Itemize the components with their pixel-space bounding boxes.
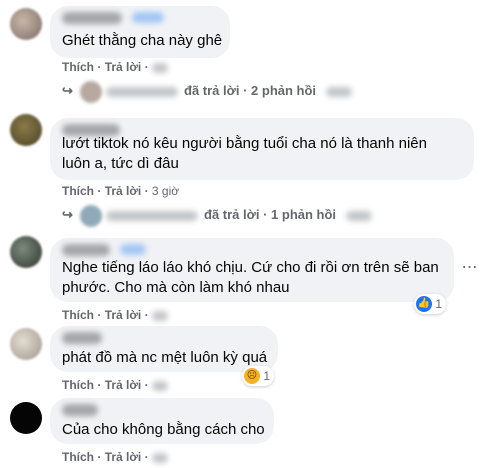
reply-link[interactable]: Trả lời: [105, 378, 142, 392]
timestamp[interactable]: [151, 62, 168, 73]
comment-actions: Thích · Trả lời ·: [62, 378, 168, 392]
comment-author[interactable]: [62, 12, 122, 24]
comment-text: Nghe tiếng láo láo khó chịu. Cứ cho đi r…: [62, 259, 439, 276]
like-link[interactable]: Thích: [62, 60, 94, 74]
separator: ·: [97, 378, 102, 392]
comment-actions: Thích · Trả lời · 3 giờ: [62, 184, 179, 198]
like-icon: 👍: [416, 295, 432, 312]
separator: ·: [144, 378, 149, 392]
sad-icon: ☹: [244, 367, 260, 384]
avatar[interactable]: [10, 328, 42, 360]
timestamp[interactable]: 3 giờ: [152, 184, 179, 198]
comment-text: lướt tiktok nó kêu người bằng tuổi cha n…: [62, 135, 427, 152]
reply-arrow-icon: ↪: [62, 83, 73, 98]
replier-avatar: [80, 204, 102, 227]
reaction-count[interactable]: 👍 1: [414, 294, 447, 314]
avatar[interactable]: [10, 236, 42, 268]
avatar[interactable]: [10, 8, 42, 40]
comment-bubble: lướt tiktok nó kêu người bằng tuổi cha n…: [50, 118, 474, 180]
replies-summary[interactable]: đã trả lời · 2 phản hồi: [184, 83, 316, 98]
replier-name: [106, 86, 178, 97]
replies-summary[interactable]: đã trả lời · 1 phản hồi: [204, 207, 336, 222]
separator: ·: [97, 60, 102, 74]
separator: ·: [97, 450, 102, 464]
author-badge: [132, 12, 164, 23]
comment-author[interactable]: [62, 404, 98, 416]
timestamp[interactable]: [151, 310, 168, 321]
separator: ·: [144, 308, 149, 322]
like-link[interactable]: Thích: [62, 378, 94, 392]
comment-bubble: Ghét thằng cha này ghê: [50, 6, 230, 58]
like-link[interactable]: Thích: [62, 308, 94, 322]
view-replies-link[interactable]: ↪ đã trả lời · 2 phản hồi: [62, 80, 352, 103]
comment-bubble: phát đồ mà nc mệt luôn kỳ quá: [50, 326, 278, 372]
separator: ·: [144, 60, 149, 74]
separator: ·: [97, 184, 102, 198]
comment-bubble: Nghe tiếng láo láo khó chịu. Cứ cho đi r…: [50, 238, 454, 302]
like-link[interactable]: Thích: [62, 184, 94, 198]
separator: ·: [97, 308, 102, 322]
comment-text: Ghét thằng cha này ghê: [62, 32, 223, 49]
view-replies-link[interactable]: ↪ đã trả lời · 1 phản hồi: [62, 204, 372, 227]
comment-text: luôn a, tức dì đâu: [62, 155, 179, 172]
replier-name: [106, 210, 198, 221]
avatar[interactable]: [10, 402, 42, 434]
reply-link[interactable]: Trả lời: [105, 60, 142, 74]
timestamp[interactable]: [151, 452, 168, 463]
reply-link[interactable]: Trả lời: [105, 450, 142, 464]
reply-arrow-icon: ↪: [62, 207, 73, 222]
comment-author[interactable]: [62, 332, 102, 344]
comment-actions: Thích · Trả lời ·: [62, 60, 168, 74]
comment-author[interactable]: [62, 244, 110, 256]
separator: ·: [144, 184, 149, 198]
replier-avatar: [80, 80, 102, 103]
comment-actions: Thích · Trả lời ·: [62, 450, 168, 464]
separator: ·: [144, 450, 149, 464]
more-options-icon[interactable]: ⋯: [456, 254, 480, 282]
reply-link[interactable]: Trả lời: [105, 184, 142, 198]
author-badge: [120, 244, 146, 255]
timestamp[interactable]: [151, 380, 168, 391]
reply-link[interactable]: Trả lời: [105, 308, 142, 322]
reaction-count-value: 1: [435, 297, 443, 311]
avatar[interactable]: [10, 114, 42, 146]
like-link[interactable]: Thích: [62, 450, 94, 464]
reply-time: [325, 86, 352, 97]
reaction-count-value: 1: [263, 369, 271, 383]
comment-bubble: Của cho không bằng cách cho: [50, 398, 274, 444]
reply-time: [345, 210, 372, 221]
comment-actions: Thích · Trả lời ·: [62, 308, 168, 322]
comment-text: phát đồ mà nc mệt luôn kỳ quá: [62, 349, 268, 366]
comment-text: phước. Cho mà còn làm khó nhau: [62, 279, 290, 296]
reaction-count[interactable]: ☹ 1: [242, 366, 275, 386]
comment-text: Của cho không bằng cách cho: [62, 421, 265, 438]
